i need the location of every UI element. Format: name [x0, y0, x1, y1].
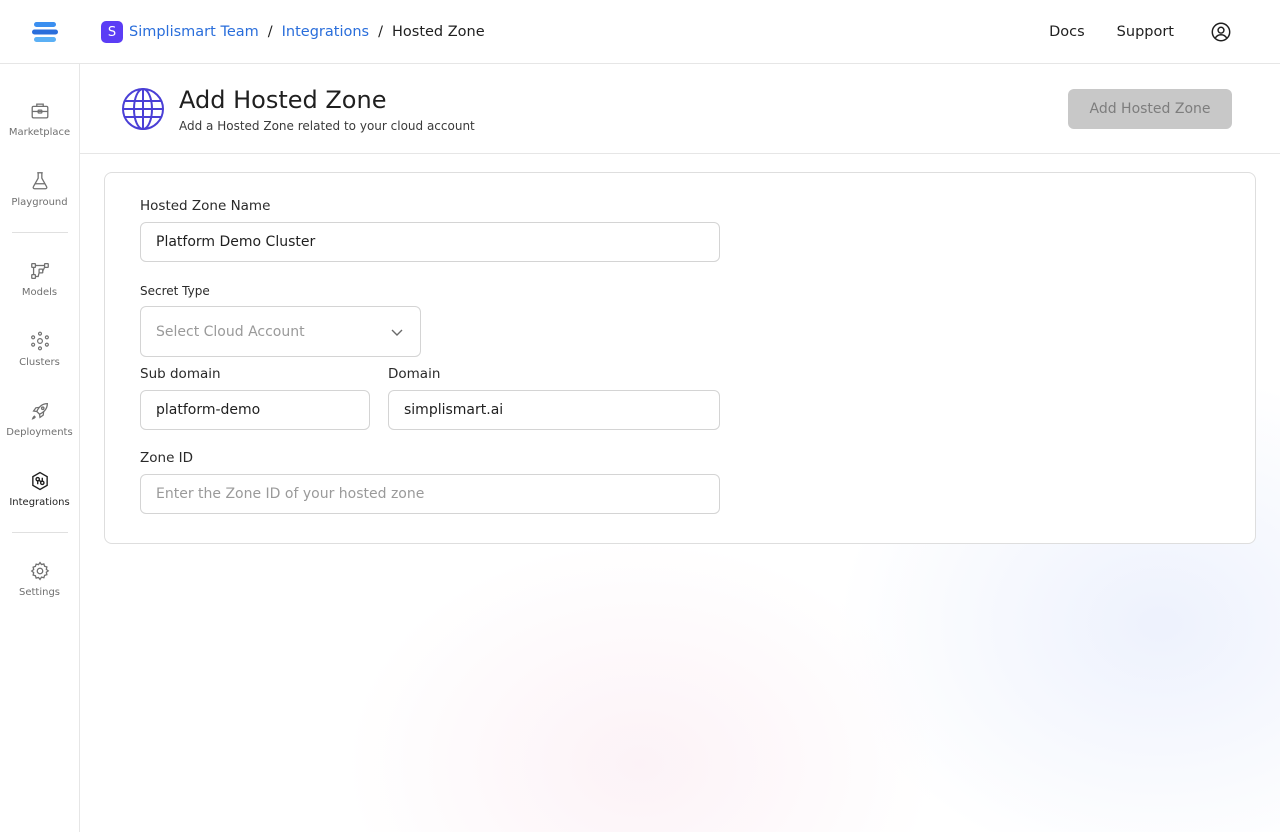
integrations-icon — [31, 471, 48, 491]
zone-id-label: Zone ID — [140, 450, 194, 466]
top-links: Docs Support — [1049, 18, 1232, 46]
hosted-zone-name-input[interactable] — [140, 222, 720, 262]
sidebar-item-label: Models — [21, 287, 58, 298]
sidebar-item-label: Integrations — [9, 497, 70, 508]
globe-icon — [122, 88, 164, 130]
secret-type-select[interactable]: Select Cloud Account — [140, 306, 421, 357]
breadcrumb-separator: / — [267, 24, 273, 40]
simplismart-logo-icon[interactable] — [30, 20, 60, 44]
zone-id-input[interactable] — [140, 474, 720, 514]
chevron-down-icon — [391, 329, 403, 336]
sidebar-item-label: Deployments — [6, 427, 73, 438]
rocket-icon — [31, 403, 48, 420]
sidebar-item-playground[interactable]: Playground — [0, 170, 79, 226]
sidebar-item-label: Marketplace — [8, 127, 71, 138]
marketplace-icon — [31, 103, 48, 119]
secret-type-placeholder: Select Cloud Account — [156, 323, 305, 340]
sidebar-item-label: Settings — [18, 587, 60, 598]
page-header: Add Hosted Zone Add a Hosted Zone relate… — [80, 64, 1280, 154]
sidebar-item-marketplace[interactable]: Marketplace — [0, 100, 79, 156]
main-content: Add Hosted Zone Add a Hosted Zone relate… — [80, 64, 1280, 832]
breadcrumb-separator: / — [378, 24, 383, 40]
sidebar: Marketplace Playground Models Clusters D… — [0, 64, 80, 832]
user-account-icon[interactable] — [1210, 21, 1232, 43]
sub-domain-label: Sub domain — [140, 366, 221, 382]
sidebar-divider — [12, 232, 68, 233]
support-link[interactable]: Support — [1117, 24, 1174, 40]
breadcrumb-team-link[interactable]: Simplismart Team — [129, 24, 259, 40]
sidebar-item-label: Clusters — [19, 357, 60, 368]
sidebar-item-integrations[interactable]: Integrations — [0, 470, 79, 526]
flask-icon — [32, 172, 47, 190]
secret-type-label: Secret Type — [140, 284, 210, 298]
breadcrumb: S Simplismart Team / Integrations / Host… — [101, 21, 485, 43]
domain-input[interactable] — [388, 390, 720, 430]
docs-link[interactable]: Docs — [1049, 24, 1085, 40]
hosted-zone-form: Hosted Zone Name Secret Type Select Clou… — [104, 172, 1256, 544]
hosted-zone-name-label: Hosted Zone Name — [140, 198, 271, 214]
page-subtitle: Add a Hosted Zone related to your cloud … — [179, 119, 475, 133]
sidebar-item-deployments[interactable]: Deployments — [0, 400, 79, 456]
sub-domain-input[interactable] — [140, 390, 370, 430]
sidebar-item-clusters[interactable]: Clusters — [0, 330, 79, 386]
sidebar-divider — [12, 532, 68, 533]
sidebar-item-models[interactable]: Models — [0, 260, 79, 316]
gear-icon — [30, 561, 49, 581]
sidebar-item-settings[interactable]: Settings — [0, 560, 79, 616]
models-icon — [30, 263, 49, 279]
page-title: Add Hosted Zone — [179, 86, 387, 114]
top-bar: S Simplismart Team / Integrations / Host… — [0, 0, 1280, 64]
domain-label: Domain — [388, 366, 441, 382]
sidebar-item-label: Playground — [11, 197, 68, 208]
breadcrumb-integrations-link[interactable]: Integrations — [282, 24, 369, 40]
clusters-icon — [30, 331, 49, 351]
team-badge[interactable]: S — [101, 21, 123, 43]
breadcrumb-current: Hosted Zone — [392, 24, 485, 40]
add-hosted-zone-button[interactable]: Add Hosted Zone — [1068, 89, 1232, 129]
